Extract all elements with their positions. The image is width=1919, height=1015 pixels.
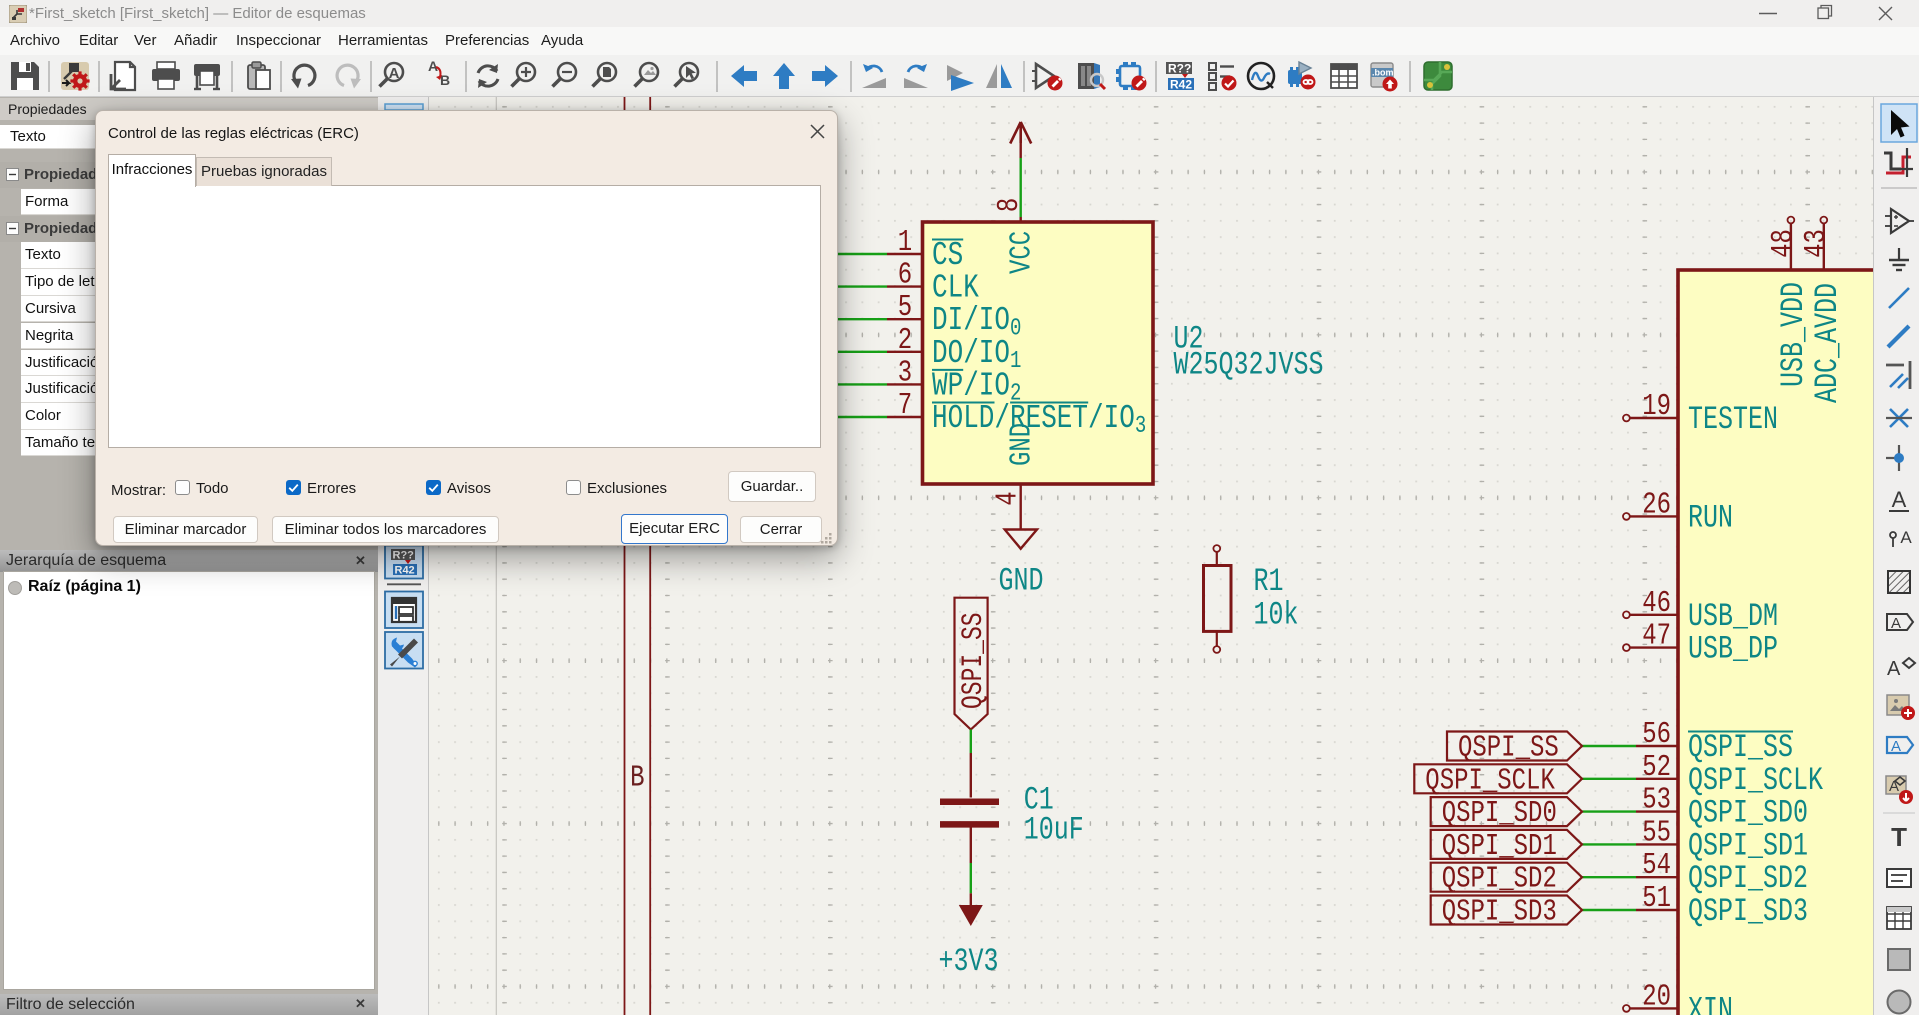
svg-text:4: 4 [991,491,1026,505]
svg-text:T: T [1891,822,1907,852]
svg-text:8: 8 [993,198,1028,212]
svg-text:55: 55 [1642,816,1671,851]
svg-text:A: A [1891,738,1901,755]
svg-text:B: B [630,761,644,796]
svg-text:3: 3 [898,356,912,391]
svg-text:48: 48 [1767,229,1802,258]
svg-text:B: B [440,72,450,88]
svg-text:56: 56 [1642,717,1671,752]
svg-text:QSPI_SD1: QSPI_SD1 [1688,828,1808,865]
svg-text:5: 5 [898,291,912,326]
svg-text:7: 7 [898,388,912,423]
svg-text:R??: R?? [393,550,415,562]
svg-text:+3V3: +3V3 [939,943,999,980]
svg-text:GND: GND [1005,423,1040,466]
svg-text:QSPI_SS: QSPI_SS [1688,729,1793,766]
svg-text:QSPI_SD3: QSPI_SD3 [1442,895,1557,930]
svg-text:QSPI_SS: QSPI_SS [956,612,989,709]
svg-text:R42: R42 [1170,78,1192,92]
svg-text:R42: R42 [395,565,415,577]
svg-text:6: 6 [898,258,912,293]
svg-text:USB_DM: USB_DM [1688,598,1778,635]
svg-text:GND: GND [998,563,1043,600]
svg-text:R??: R?? [1168,62,1191,76]
svg-text:A: A [1900,528,1912,547]
svg-text:QSPI_SCLK: QSPI_SCLK [1688,762,1824,799]
svg-text:QSPI_SD0: QSPI_SD0 [1688,795,1808,832]
svg-text:A: A [1891,615,1901,632]
svg-text:QSPI_SD1: QSPI_SD1 [1442,829,1557,864]
svg-text:19: 19 [1642,389,1671,424]
svg-text:QSPI_SD0: QSPI_SD0 [1442,797,1557,832]
svg-text:A: A [1889,778,1899,795]
svg-text:43: 43 [1799,229,1834,258]
svg-text:52: 52 [1642,750,1671,785]
svg-text:USB_DP: USB_DP [1688,631,1778,668]
svg-text:TESTEN: TESTEN [1688,401,1778,438]
svg-text:53: 53 [1642,783,1671,818]
svg-text:1: 1 [898,225,912,260]
svg-text:USB_VDD: USB_VDD [1775,282,1812,387]
svg-text:10k: 10k [1254,597,1299,634]
svg-text:RUN: RUN [1688,500,1733,537]
svg-text:QSPI_SD3: QSPI_SD3 [1688,893,1808,930]
svg-text:54: 54 [1642,849,1671,884]
svg-text:QSPI_SD2: QSPI_SD2 [1688,860,1808,897]
svg-text:W25Q32JVSS: W25Q32JVSS [1174,347,1324,384]
svg-text:A: A [1892,487,1907,512]
svg-text:QSPI_SCLK: QSPI_SCLK [1425,764,1555,799]
svg-text:VCC: VCC [1005,231,1040,274]
svg-text:10uF: 10uF [1024,812,1084,849]
svg-text:A: A [389,65,400,82]
svg-text:QSPI_SS: QSPI_SS [1458,731,1559,766]
svg-text:R1: R1 [1254,563,1284,600]
svg-text:ADC_AVDD: ADC_AVDD [1809,283,1846,403]
svg-text:.bom: .bom [1372,68,1394,78]
svg-text:A: A [428,58,438,74]
svg-text:2: 2 [898,323,912,358]
svg-text:47: 47 [1642,619,1671,654]
svg-text:A: A [1887,658,1901,680]
svg-text:46: 46 [1642,586,1671,621]
svg-text:51: 51 [1642,881,1671,916]
svg-text:XIN: XIN [1688,992,1733,1015]
svg-text:20: 20 [1642,980,1671,1015]
svg-text:QSPI_SD2: QSPI_SD2 [1442,862,1557,897]
svg-text:26: 26 [1642,488,1671,523]
